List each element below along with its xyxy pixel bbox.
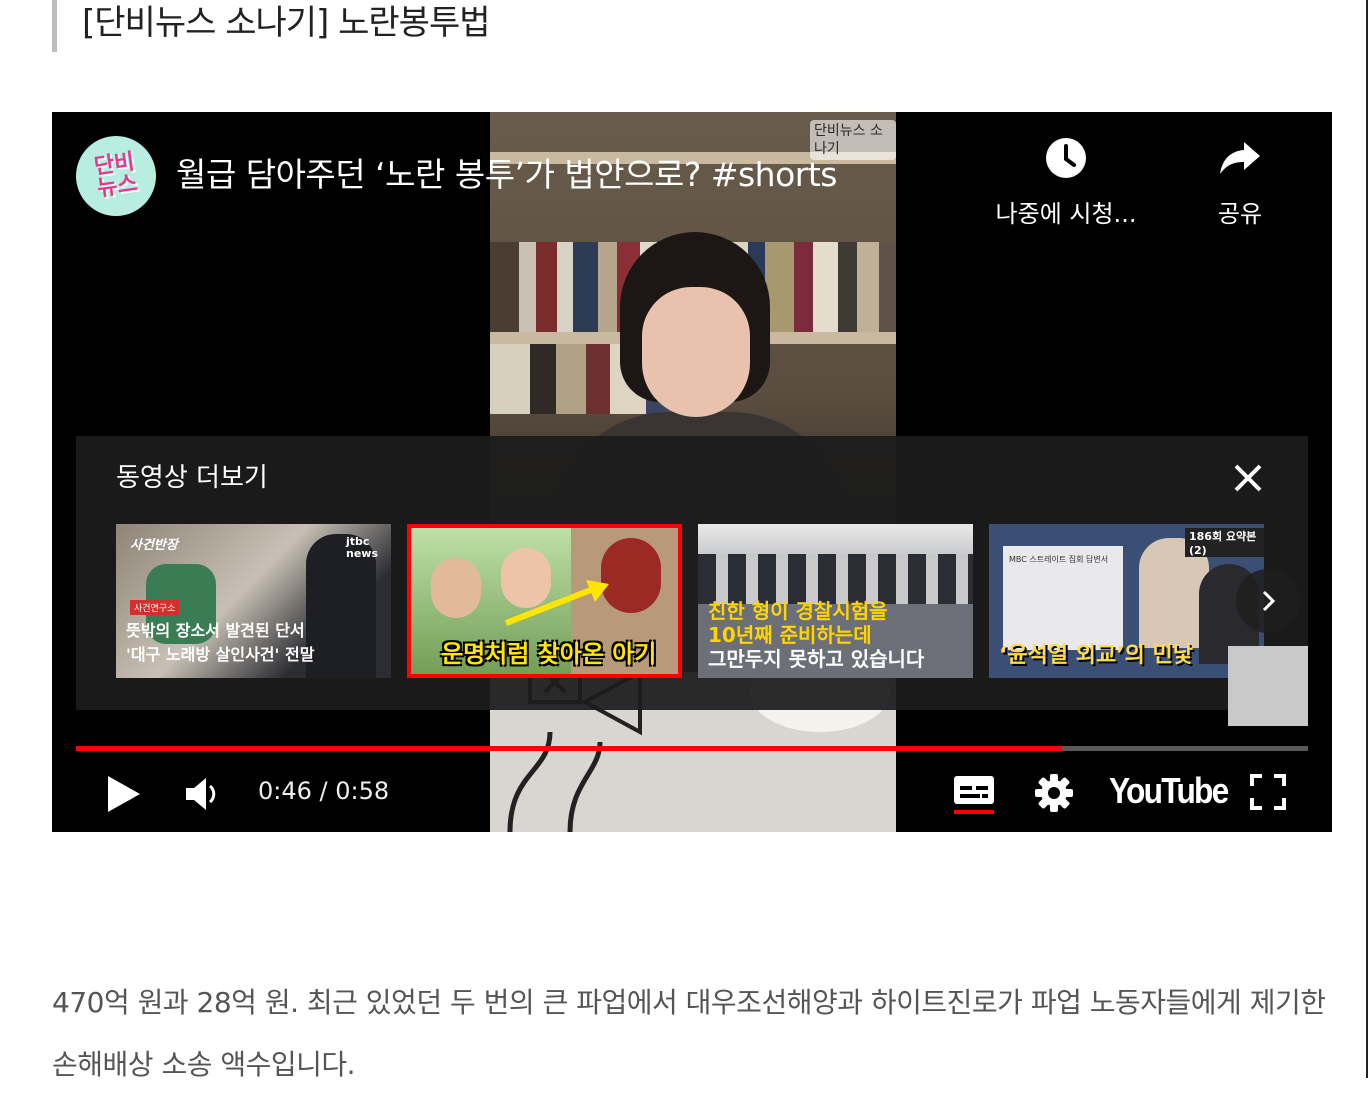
thumbnail-caption: 그만두지 못하고 있습니다 [708,647,925,671]
channel-logo[interactable]: 단비 뉴스 [76,136,156,216]
video-thumbnail-1[interactable]: 사건반장 jtbc news 사건연구소 뜻밖의 장소서 발견된 단서 '대구 … [116,524,391,678]
clock-icon [1046,138,1086,178]
more-videos-panel: 동영상 더보기 사건반장 jtbc news 사건연구소 뜻밖의 장소서 발견된… [76,436,1308,710]
share-icon [1220,142,1260,174]
subtitles-icon [954,776,994,814]
progress-fill [76,746,1062,751]
youtube-logo[interactable]: YouTube [1109,769,1229,813]
settings-icon[interactable] [1034,773,1074,813]
share-button[interactable]: 공유 [1200,136,1280,229]
thumbnail-small-tag: 사건연구소 [130,600,180,615]
page-edge-rule [1366,0,1368,1078]
thumbnail-caption: '대구 노래방 살인사건' 전말 [126,645,315,664]
thumbnail-tag: 186회 요약본(2) [1185,528,1264,557]
play-icon[interactable] [106,774,142,814]
chevron-right-icon [1262,590,1276,612]
thumbnail-caption: 운명처럼 찾아온 아기 [441,640,657,668]
speaker-face [642,287,750,417]
volume-icon[interactable] [184,774,224,814]
fullscreen-icon[interactable] [1250,774,1286,810]
video-player[interactable]: 단비뉴스 소나기 단비 뉴스 월급 담아주던 ‘노란 봉투’가 법안으로? #s… [52,112,1332,832]
watch-later-label: 나중에 시청... [995,200,1137,228]
article-paragraph: 470억 원과 28억 원. 최근 있었던 두 번의 큰 파업에서 대우조선해양… [52,986,1326,1081]
video-thumbnail-3[interactable]: 친한 형이 경찰시험을 10년째 준비하는데 그만두지 못하고 있습니다 [698,524,973,678]
time-display: 0:46 / 0:58 [258,777,390,805]
video-thumbnail-2[interactable]: 운명처럼 찾아온 아기 [407,524,682,678]
next-videos-button[interactable] [1236,569,1300,633]
progress-bar[interactable] [76,746,1308,751]
video-thumbnail-4[interactable]: MBC 스트레이트 집회 답변서 186회 요약본(2) ‘윤석열 외교’의 민… [989,524,1264,678]
page-title: [단비뉴스 소나기] 노란봉투법 [52,0,491,52]
thumbnail-caption: 친한 형이 경찰시험을 [708,599,888,623]
watch-later-button[interactable]: 나중에 시청... [986,136,1146,229]
arrow-graphic [504,580,609,626]
thumbnail-caption: 뜻밖의 장소서 발견된 단서 [126,621,305,640]
thumbnail-caption: ‘윤석열 외교’의 민낯 [999,643,1193,668]
more-videos-title: 동영상 더보기 [116,463,268,493]
branding-watermark [1228,646,1308,726]
thumbnail-brand: jtbc news [346,535,379,560]
share-label: 공유 [1217,200,1263,228]
video-title[interactable]: 월급 담아주던 ‘노란 봉투’가 법안으로? #shorts [176,154,838,196]
thumbnail-doc-label: MBC 스트레이트 집회 답변서 [1009,555,1109,564]
channel-logo-text: 단비 뉴스 [92,149,140,202]
thumbnail-tag: 사건반장 [130,538,178,553]
thumbnail-caption: 10년째 준비하는데 [708,623,872,647]
close-icon[interactable] [1230,460,1266,496]
subtitles-button[interactable] [952,772,996,816]
